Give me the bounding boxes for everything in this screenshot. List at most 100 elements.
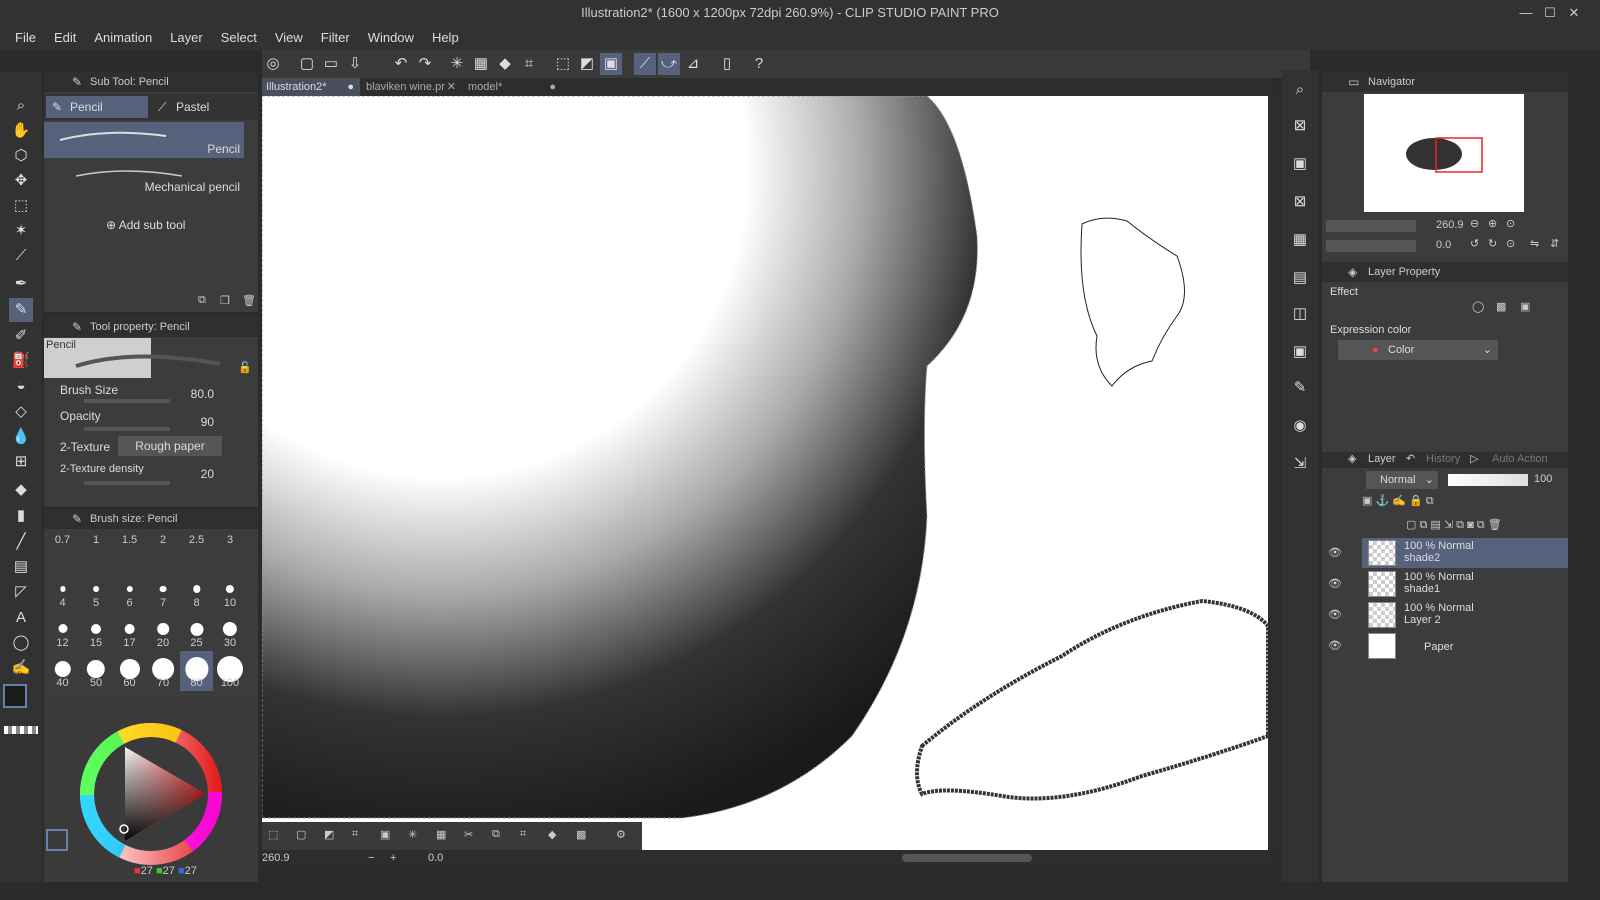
border-effect-icon[interactable]: ◯ bbox=[1472, 300, 1484, 313]
eye-icon[interactable]: 👁 bbox=[1328, 639, 1342, 652]
eye-icon[interactable]: 👁 bbox=[1328, 608, 1342, 621]
export-icon[interactable]: ⇲ bbox=[1288, 452, 1312, 476]
eyedropper-icon[interactable]: ⟋ bbox=[9, 244, 33, 268]
navigator-preview[interactable] bbox=[1364, 94, 1524, 212]
expression-color-select[interactable]: ● Color ⌄ bbox=[1338, 340, 1498, 360]
operation-icon[interactable]: ⬡ bbox=[9, 144, 33, 168]
navigator-rotation-value[interactable]: 0.0 bbox=[1436, 239, 1451, 251]
add-sub-tool-button[interactable]: ⊕ Add sub tool bbox=[106, 218, 226, 234]
balloon-icon[interactable]: ◯ bbox=[9, 631, 33, 655]
lock-transparent-icon[interactable]: ⧉ bbox=[1426, 495, 1434, 507]
new-vector-layer-icon[interactable]: ⧉ bbox=[1419, 519, 1427, 531]
tab-pastel[interactable]: ⟋ Pastel bbox=[152, 96, 254, 118]
new-folder-icon[interactable]: ▤ bbox=[1430, 519, 1440, 531]
layer-opacity-slider[interactable] bbox=[1448, 474, 1528, 486]
zoom-out-icon[interactable]: − bbox=[368, 852, 374, 864]
brush-size-option[interactable]: 0.7 bbox=[46, 531, 79, 571]
close-button[interactable]: ✕ bbox=[1562, 0, 1586, 26]
airbrush-icon[interactable]: ⛽ bbox=[9, 349, 33, 373]
auto-select-icon[interactable]: ✶ bbox=[9, 219, 33, 243]
layer-row[interactable]: 👁 100 % Normal shade2 bbox=[1328, 538, 1568, 568]
brush-size-option[interactable]: 80 bbox=[180, 651, 213, 691]
tone-effect-icon[interactable]: ▩ bbox=[1496, 300, 1506, 313]
reset-rotation-icon[interactable]: ⊙ bbox=[1506, 237, 1515, 250]
menu-select[interactable]: Select bbox=[212, 26, 266, 50]
brush-size-option[interactable]: 70 bbox=[147, 651, 180, 691]
layer-color-icon[interactable]: ▣ bbox=[1520, 300, 1530, 313]
lock-icon[interactable]: 🔒 bbox=[1409, 495, 1423, 507]
fill-bucket-icon[interactable]: ◆ bbox=[9, 478, 33, 502]
clear-icon[interactable]: ✳ bbox=[408, 828, 417, 841]
eraser-icon[interactable]: ◇ bbox=[9, 400, 33, 424]
fill-icon[interactable]: ◆ bbox=[494, 53, 516, 75]
tab-illustration2[interactable]: Illustration2* ● bbox=[262, 78, 360, 96]
brush-size-option[interactable]: 30 bbox=[214, 611, 247, 651]
menu-file[interactable]: File bbox=[6, 26, 45, 50]
brush-size-option[interactable]: 1 bbox=[80, 531, 113, 571]
brush-size-slider[interactable] bbox=[84, 399, 170, 403]
horizontal-scroll-thumb[interactable] bbox=[902, 854, 1032, 862]
shrink-icon[interactable]: ▣ bbox=[380, 828, 390, 841]
settings-icon[interactable]: ⚙ bbox=[616, 828, 626, 841]
brush-size-option[interactable]: 7 bbox=[147, 571, 180, 611]
flip-vertical-icon[interactable]: ⇵ bbox=[1550, 237, 1559, 250]
rotation-readout[interactable]: 0.0 bbox=[428, 852, 443, 864]
texture-density-slider[interactable] bbox=[84, 481, 170, 485]
open-file-icon[interactable]: ▭ bbox=[320, 53, 342, 75]
brush-size-option[interactable]: 8 bbox=[180, 571, 213, 611]
menu-animation[interactable]: Animation bbox=[85, 26, 161, 50]
brush-size-option[interactable]: 12 bbox=[46, 611, 79, 651]
zoom-in-icon[interactable]: + bbox=[390, 852, 396, 864]
move-icon[interactable]: ✥ bbox=[9, 169, 33, 193]
brush-size-option[interactable]: 60 bbox=[113, 651, 146, 691]
brush-size-option[interactable]: 2 bbox=[147, 531, 180, 571]
wheel-main-color[interactable] bbox=[46, 829, 68, 851]
marquee-icon[interactable]: ▢ bbox=[296, 828, 306, 841]
layer-close-icon[interactable]: ⊠ bbox=[1288, 190, 1312, 214]
clear-outside-icon[interactable]: ▦ bbox=[470, 53, 492, 75]
frame-icon[interactable]: ▤ bbox=[9, 555, 33, 579]
eye-icon[interactable]: 👁 bbox=[1328, 577, 1342, 590]
clip-icon[interactable]: ▣ bbox=[1362, 495, 1372, 507]
edit-icon[interactable]: ✎ bbox=[1288, 376, 1312, 400]
flip-horizontal-icon[interactable]: ⇋ bbox=[1530, 237, 1539, 250]
mask-icon[interactable]: ◙ bbox=[1467, 519, 1474, 531]
text-icon[interactable]: A bbox=[9, 606, 33, 630]
brush-size-option[interactable]: 6 bbox=[113, 571, 146, 611]
drawing-canvas[interactable]: ⬚ ▢ ◩ ⌗ ▣ ✳ ▦ ✂ ⧉ ⌗ ◆ ▩ ⚙ bbox=[262, 96, 1268, 850]
rotate-left-icon[interactable]: ↺ bbox=[1470, 237, 1479, 250]
navigator-zoom-value[interactable]: 260.9 bbox=[1436, 219, 1464, 231]
minimize-button[interactable]: — bbox=[1514, 0, 1538, 26]
save-icon[interactable]: ⇩ bbox=[344, 53, 366, 75]
brush-size-row[interactable]: Brush Size 80.0 bbox=[44, 379, 244, 405]
search-icon[interactable]: ⌕ bbox=[1288, 78, 1312, 102]
brush-size-option[interactable]: 100 bbox=[214, 651, 247, 691]
menu-edit[interactable]: Edit bbox=[45, 26, 85, 50]
brush-item-pencil[interactable]: Pencil bbox=[44, 122, 244, 158]
copy-icon[interactable]: ⧉ bbox=[492, 828, 500, 841]
maximize-button[interactable]: ☐ bbox=[1538, 0, 1562, 26]
brush-size-option[interactable]: 17 bbox=[113, 611, 146, 651]
redo-icon[interactable]: ↷ bbox=[414, 53, 436, 75]
fit-icon[interactable]: ⊙ bbox=[1506, 217, 1515, 230]
tab-pencil[interactable]: ✎ Pencil bbox=[46, 96, 148, 118]
clear-icon[interactable]: ✳ bbox=[446, 53, 468, 75]
brush-size-value[interactable]: 80.0 bbox=[184, 387, 214, 401]
close-panel-icon[interactable]: ⊠ bbox=[1288, 114, 1312, 138]
brush-size-option[interactable]: 4 bbox=[46, 571, 79, 611]
zoom-slider[interactable] bbox=[1326, 220, 1416, 232]
invert-selection-icon[interactable]: ◩ bbox=[576, 53, 598, 75]
fill-icon[interactable]: ◆ bbox=[548, 828, 556, 841]
reference-icon[interactable]: ⚓ bbox=[1375, 495, 1389, 507]
cut-icon[interactable]: ✂ bbox=[464, 828, 473, 841]
expand-icon[interactable]: ⌗ bbox=[352, 828, 358, 841]
brush-size-option[interactable]: 20 bbox=[147, 611, 180, 651]
eye-icon[interactable]: 👁 bbox=[1328, 546, 1342, 559]
tab-auto-action[interactable]: Auto Action bbox=[1492, 453, 1548, 465]
transform-icon[interactable]: ⌗ bbox=[520, 828, 526, 841]
blend-mode-select[interactable]: Normal ⌄ bbox=[1366, 471, 1438, 489]
menu-view[interactable]: View bbox=[266, 26, 312, 50]
clip-studio-icon[interactable]: ◎ bbox=[262, 53, 284, 75]
delete-sub-tool-icon[interactable]: 🗑 bbox=[242, 294, 256, 307]
help-icon[interactable]: ? bbox=[748, 53, 770, 75]
